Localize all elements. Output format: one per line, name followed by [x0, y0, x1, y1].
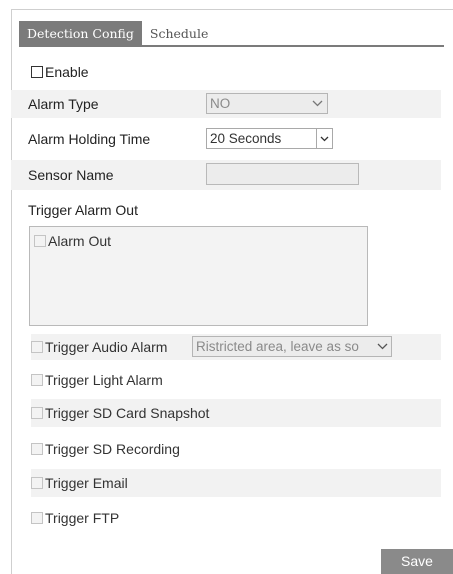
trigger-audio-alarm-checkbox[interactable] — [31, 341, 43, 353]
trigger-alarm-out-label: Trigger Alarm Out — [28, 202, 138, 218]
alarm-out-checkbox[interactable] — [34, 235, 46, 247]
alarm-out-label: Alarm Out — [48, 233, 112, 249]
trigger-sd-card-snapshot-checkbox[interactable] — [31, 407, 43, 419]
trigger-light-alarm-checkbox[interactable] — [31, 374, 43, 386]
audio-alarm-select[interactable]: Ristricted area, leave as so — [192, 336, 392, 357]
alarm-holding-time-label: Alarm Holding Time — [28, 131, 151, 147]
alarm-holding-time-value: 20 Seconds — [210, 131, 282, 146]
trigger-ftp-checkbox[interactable] — [31, 512, 43, 524]
trigger-light-alarm-row: Trigger Light Alarm — [31, 368, 441, 392]
alarm-out-item: Alarm Out — [34, 233, 111, 249]
sensor-name-input[interactable] — [206, 163, 359, 185]
tab-underline — [19, 45, 444, 47]
trigger-sd-card-snapshot-label: Trigger SD Card Snapshot — [45, 405, 210, 421]
alarm-type-select[interactable]: NO — [206, 93, 328, 114]
trigger-sd-recording-row: Trigger SD Recording — [31, 437, 441, 461]
alarm-holding-time-select[interactable]: 20 Seconds — [206, 128, 333, 149]
trigger-email-row: Trigger Email — [31, 469, 441, 497]
trigger-sd-recording-label: Trigger SD Recording — [45, 441, 180, 457]
trigger-ftp-row: Trigger FTP — [31, 506, 441, 530]
alarm-type-value: NO — [210, 96, 231, 111]
trigger-sd-recording-checkbox[interactable] — [31, 443, 43, 455]
audio-alarm-value: Ristricted area, leave as so — [196, 339, 359, 354]
trigger-email-checkbox[interactable] — [31, 477, 43, 489]
chevron-down-icon — [309, 94, 325, 113]
save-button[interactable]: Save — [381, 549, 453, 574]
tab-detection-config[interactable]: Detection Config — [19, 21, 142, 47]
chevron-down-icon — [374, 337, 390, 356]
tab-schedule[interactable]: Schedule — [142, 21, 216, 47]
alarm-out-list: Alarm Out — [29, 226, 368, 326]
trigger-alarm-out-row: Trigger Alarm Out — [11, 199, 441, 221]
trigger-audio-alarm-label: Trigger Audio Alarm — [45, 339, 168, 355]
enable-label: Enable — [45, 64, 89, 80]
alarm-type-label: Alarm Type — [28, 96, 99, 112]
trigger-email-label: Trigger Email — [45, 475, 128, 491]
chevron-down-icon — [316, 129, 332, 148]
trigger-ftp-label: Trigger FTP — [45, 510, 120, 526]
enable-row: Enable — [31, 62, 441, 82]
sensor-name-label: Sensor Name — [28, 167, 114, 183]
trigger-light-alarm-label: Trigger Light Alarm — [45, 372, 163, 388]
enable-checkbox[interactable] — [31, 66, 43, 78]
trigger-sd-card-snapshot-row: Trigger SD Card Snapshot — [31, 399, 441, 427]
tab-bar: Detection Config Schedule — [19, 19, 216, 47]
